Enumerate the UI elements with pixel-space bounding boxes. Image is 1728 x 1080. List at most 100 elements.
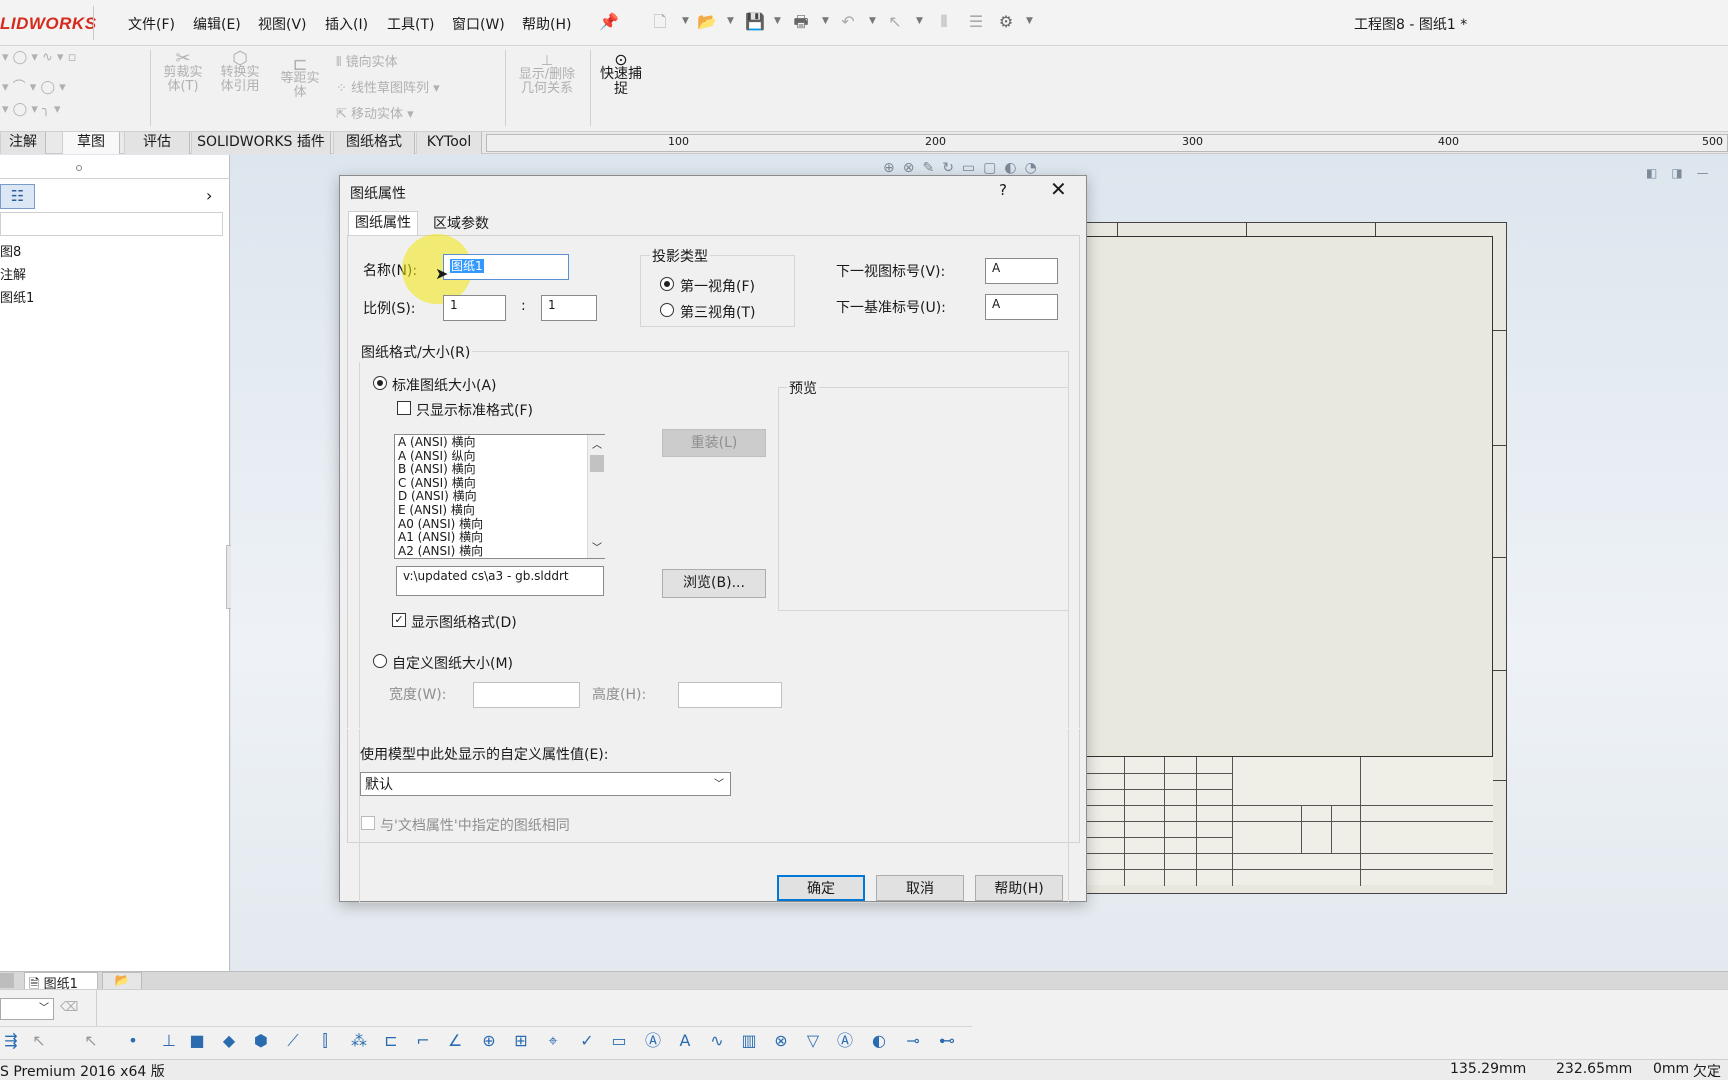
line-icon[interactable]: ⟋: [282, 1030, 304, 1052]
surface-finish-icon[interactable]: ▽: [802, 1030, 824, 1052]
menu-view[interactable]: 视图(V): [258, 14, 307, 34]
reload-button[interactable]: 重装(L): [662, 429, 766, 457]
dimension-icon[interactable]: ⫿: [314, 1030, 336, 1052]
pin-icon[interactable]: 📌: [599, 12, 619, 32]
snap-point-icon[interactable]: ⁂: [348, 1030, 370, 1052]
panel-grip-icon[interactable]: [76, 165, 82, 171]
same-as-document-checkbox[interactable]: [361, 816, 375, 830]
app-logo[interactable]: LIDWORKS: [0, 14, 97, 34]
tree-item-sheet1[interactable]: 图纸1: [0, 287, 34, 306]
save-icon[interactable]: 💾: [745, 12, 765, 32]
menu-help[interactable]: 帮助(H): [522, 14, 571, 34]
select-arrow-icon[interactable]: ↖: [885, 12, 905, 32]
undo-icon[interactable]: ↶: [838, 12, 858, 32]
menu-file[interactable]: 文件(F): [128, 14, 175, 34]
ok-button[interactable]: 确定: [777, 875, 865, 901]
chevron-down-icon[interactable]: ▼: [869, 16, 876, 26]
spline-icon[interactable]: ∿: [706, 1030, 728, 1052]
table-icon[interactable]: ⊞: [510, 1030, 532, 1052]
layer-select[interactable]: ﹀: [0, 998, 54, 1020]
block-icon[interactable]: ▭: [608, 1030, 630, 1052]
text-icon[interactable]: A: [674, 1030, 696, 1052]
menu-insert[interactable]: 插入(I): [325, 14, 368, 34]
heads-up-toolbar[interactable]: ⊕⊗✎↻▭▢◐◔: [883, 160, 1045, 176]
open-file-icon[interactable]: 📂: [697, 12, 717, 32]
height-input[interactable]: [678, 682, 782, 708]
hatch-icon[interactable]: ▥: [738, 1030, 760, 1052]
cube-icon[interactable]: ⬢: [250, 1030, 272, 1052]
tab-evaluate[interactable]: 评估: [124, 132, 190, 154]
new-file-icon[interactable]: 🗋: [650, 12, 670, 32]
list-item[interactable]: B (ANSI) 横向: [398, 463, 483, 477]
tree-item-drawing[interactable]: 图8: [0, 241, 21, 260]
check-icon[interactable]: ✓: [576, 1030, 598, 1052]
datum-icon[interactable]: Ⓐ: [834, 1030, 856, 1052]
feature-tree-tab-icon[interactable]: ☷: [0, 184, 35, 209]
target-icon[interactable]: ⊕: [478, 1030, 500, 1052]
sheet-name-input[interactable]: 图纸1: [443, 254, 569, 280]
chevron-down-icon[interactable]: ▼: [822, 16, 829, 26]
format-path-input[interactable]: v:\updated cs\a3 - gb.slddrt: [396, 566, 604, 596]
list-item[interactable]: E (ANSI) 横向: [398, 503, 483, 518]
custom-property-select[interactable]: 默认 ﹀: [360, 772, 731, 796]
weld-icon[interactable]: ⊗: [770, 1030, 792, 1052]
tab-scroll-button[interactable]: [0, 973, 14, 988]
chevron-right-icon[interactable]: ›: [206, 186, 212, 205]
scale-denominator-input[interactable]: 1: [541, 295, 597, 321]
trim-entities-button[interactable]: ✂ 剪裁实 体(T): [159, 50, 207, 94]
scrollbar-thumb[interactable]: [590, 455, 604, 472]
third-angle-radio[interactable]: [660, 303, 674, 317]
select-filter-icon[interactable]: ↖: [80, 1030, 102, 1052]
select-icon[interactable]: ↖: [28, 1030, 50, 1052]
gear-icon[interactable]: ⚙: [996, 12, 1016, 32]
chevron-down-icon[interactable]: ▼: [916, 16, 923, 26]
stacked-balloon-icon[interactable]: ⊷: [936, 1030, 958, 1052]
chevron-up-icon[interactable]: ︿: [592, 436, 602, 451]
mirror-entities-button[interactable]: ⫴ 镜向实体: [336, 51, 398, 70]
rectangle-icon[interactable]: ■: [186, 1030, 208, 1052]
offset-entities-button[interactable]: ⊏ 等距实 体: [274, 56, 326, 100]
balloon-icon[interactable]: ⊸: [902, 1030, 924, 1052]
tab-sheet-properties[interactable]: 图纸属性: [348, 211, 418, 236]
browse-button[interactable]: 浏览(B)...: [662, 569, 766, 598]
sheet-tab-sheet1[interactable]: 🗎 图纸1: [24, 972, 98, 992]
rebuild-icon[interactable]: ⦀: [934, 12, 954, 32]
chevron-down-icon[interactable]: ﹀: [592, 539, 602, 554]
window-controls[interactable]: ◧◨—: [1646, 166, 1723, 180]
tab-sketch[interactable]: 草图: [62, 132, 120, 154]
next-view-input[interactable]: A: [985, 258, 1058, 284]
chevron-down-icon[interactable]: ▼: [1026, 16, 1033, 26]
menu-edit[interactable]: 编辑(E): [193, 14, 241, 34]
filter-field[interactable]: [0, 212, 223, 236]
tag-icon[interactable]: ⌖: [542, 1030, 564, 1052]
list-item[interactable]: A1 (ANSI) 横向: [398, 531, 483, 545]
list-item[interactable]: A (ANSI) 横向: [398, 435, 483, 450]
note-icon[interactable]: Ⓐ: [642, 1030, 664, 1052]
angle-icon[interactable]: ∠: [444, 1030, 466, 1052]
add-sheet-icon[interactable]: 📂: [102, 972, 142, 990]
help-button[interactable]: 帮助(H): [975, 875, 1063, 901]
eraser-icon[interactable]: ⌫: [60, 1000, 78, 1015]
first-angle-radio[interactable]: [660, 277, 674, 291]
point-icon[interactable]: •: [122, 1030, 144, 1052]
next-datum-input[interactable]: A: [985, 294, 1058, 320]
sketch-tools-icons[interactable]: ▾ ⌒ ▾ ◯ ▾: [2, 76, 66, 95]
centerline-icon[interactable]: ⊥: [158, 1030, 180, 1052]
tab-solidworks-addins[interactable]: SOLIDWORKS 插件: [191, 132, 331, 154]
sketch-tools-icons[interactable]: ▾ ◯ ▾ ╮ ▾: [2, 102, 60, 117]
scale-numerator-input[interactable]: 1: [443, 295, 506, 321]
move-entities-button[interactable]: ⇱ 移动实体 ▾: [336, 103, 414, 122]
linear-pattern-button[interactable]: ⁘ 线性草图阵列 ▾: [336, 77, 440, 96]
tab-sheet-format[interactable]: 图纸格式: [333, 132, 415, 154]
chevron-down-icon[interactable]: ▼: [774, 16, 781, 26]
sheet-size-list[interactable]: A (ANSI) 横向 A (ANSI) 纵向 B (ANSI) 横向 C (A…: [394, 434, 605, 559]
cancel-button[interactable]: 取消: [876, 875, 964, 901]
custom-size-radio[interactable]: [373, 654, 387, 668]
chevron-down-icon[interactable]: ▼: [727, 16, 734, 26]
list-item[interactable]: D (ANSI) 横向: [398, 490, 483, 504]
print-icon[interactable]: 🖶: [791, 12, 811, 32]
file-properties-icon[interactable]: ☰: [966, 12, 986, 32]
corner-icon[interactable]: ⌐: [412, 1030, 434, 1052]
convert-entities-button[interactable]: ⬡ 转换实 体引用: [215, 50, 265, 94]
plane-icon[interactable]: ◆: [218, 1030, 240, 1052]
